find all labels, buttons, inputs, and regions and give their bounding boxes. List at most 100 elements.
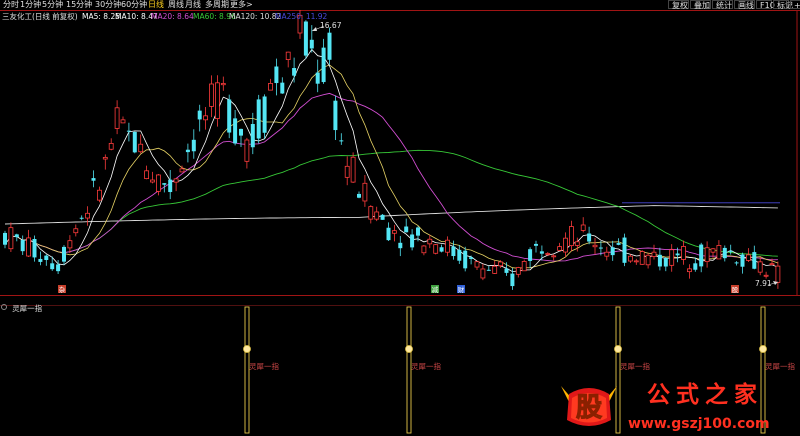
candle-body [256,99,261,139]
candlestick-series [3,0,781,290]
kline-chart-canvas[interactable]: 杂减财股 [0,0,800,436]
candle-body [587,233,592,242]
toolbar-button-4[interactable]: F10 [756,0,775,10]
candle-body [280,82,285,94]
indicator-settings-icon[interactable] [1,303,7,310]
gszj-logo-icon: 股 公式之家 www.gszj100.com [561,381,770,432]
candle-body [592,244,598,248]
candle-body [539,251,544,254]
ma120-line [4,205,778,225]
candle-body [498,261,504,267]
candle-body [710,248,716,253]
candle-body [274,66,279,84]
moving-average-lines [4,48,780,273]
candle-body [716,245,722,260]
candle-body [214,82,220,119]
low-price-label: 7.91 [755,279,772,288]
candle-body [763,274,769,277]
candle-body [191,139,196,152]
candle-body [480,268,486,279]
candle-body [209,83,214,107]
candle-body [757,261,763,273]
period-tab-3[interactable]: 15分钟 [66,0,92,10]
stock-chart-app: 杂减财股 分时 1分钟 5分钟 15分钟 30分钟 60分钟 日线 周线 月线 多周期 更多> 复权叠… [0,0,800,436]
candle-body [50,263,55,270]
candle-body [333,100,338,131]
candle-body [303,21,308,56]
candle-body [669,249,675,266]
candle-body [203,115,209,121]
candle-body [734,262,739,264]
candle-body [433,244,439,254]
candle-body [622,237,627,263]
candle-body [126,130,131,132]
logo-character: 股 [576,393,602,423]
candle-body [150,179,155,183]
period-tab-6[interactable]: 日线 [148,0,164,10]
period-tab-10[interactable]: 更多> [230,0,253,10]
period-tab-9[interactable]: 多周期 [205,0,229,10]
period-tab-4[interactable]: 30分钟 [95,0,121,10]
candle-body [752,252,757,269]
candle-body [32,238,37,258]
toolbar-button-6[interactable]: +自 [790,0,800,10]
candle-body [85,212,90,219]
candle-body [534,243,538,246]
event-marker-text-3: 股 [732,286,739,294]
candle-body [510,273,515,287]
candle-body [185,149,190,153]
candle-body [598,247,603,249]
ma-legend-item-4: MA120: 10.82 [229,12,282,21]
period-tab-8[interactable]: 月线 [185,0,201,10]
candle-body [114,107,120,129]
candle-body [663,257,668,267]
period-tab-5[interactable]: 60分钟 [121,0,147,10]
candle-body [233,118,238,144]
candle-body [79,217,84,219]
candle-body [657,254,662,267]
candle-body [545,253,551,255]
candle-body [173,178,179,183]
candle-body [687,268,692,273]
stock-title: 三友化工(日线 前复权) [2,12,78,21]
candle-body [604,251,610,257]
event-marker-text-0: 杂 [59,286,66,294]
period-tab-2[interactable]: 5分钟 [42,0,63,10]
indicator-name[interactable]: 灵犀一指 [12,304,42,313]
candle-body [321,47,326,83]
candle-body [463,250,468,269]
signal-dot-0 [243,345,251,353]
candle-body [469,257,474,259]
toolbar-button-3[interactable]: 画线 [734,0,755,10]
signal-label-2: 灵犀一指 [620,362,650,371]
candle-body [386,227,391,241]
candle-body [197,110,202,120]
candle-body [268,82,273,91]
toolbar-button-0[interactable]: 复权 [668,0,689,10]
candle-body [474,261,480,268]
brand-name: 公式之家 [647,381,763,408]
period-tab-1[interactable]: 1分钟 [20,0,41,10]
candle-body [309,39,314,49]
candle-body [398,242,403,249]
high-price-label: 16.67 [320,21,342,30]
candle-body [445,239,450,253]
period-toolbar: 分时 1分钟 5分钟 15分钟 30分钟 60分钟 日线 周线 月线 多周期 更多> 复权 叠加 统计 画线… [0,0,800,10]
candle-body [144,170,150,180]
candle-body [56,264,61,272]
period-tab-7[interactable]: 周线 [168,0,184,10]
candle-body [26,237,32,257]
period-tab-0[interactable]: 分时 [3,0,19,10]
candle-body [775,265,781,283]
candle-body [728,250,733,252]
toolbar-button-2[interactable]: 统计 [712,0,733,10]
candle-body [427,238,433,245]
gszj-watermark: 股 公式之家 www.gszj100.com [555,372,800,436]
candle-body [250,124,255,148]
candle-body [155,174,161,192]
toolbar-button-1[interactable]: 叠加 [690,0,711,10]
candle-body [580,224,586,231]
signal-label-3: 灵犀一指 [765,362,795,371]
toolbar-button-5[interactable]: 标记 [773,0,793,10]
candle-body [357,193,361,198]
